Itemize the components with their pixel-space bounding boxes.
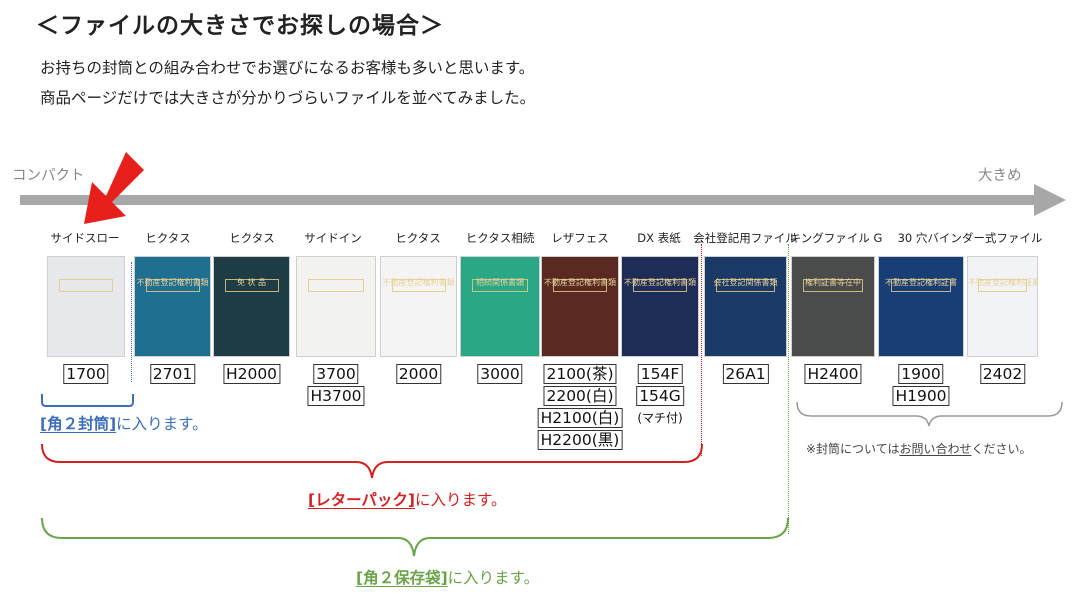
product-name: サイドスロー: [50, 231, 120, 245]
product-code[interactable]: 2100(茶): [543, 364, 617, 384]
kaku2hozon-link[interactable]: [角２保存袋]: [356, 569, 448, 587]
contact-note: ※封筒についてはお問い合わせください。: [806, 440, 1032, 457]
product-code[interactable]: H2400: [804, 364, 862, 384]
cover-embossed-text: 権利証書等在中: [805, 278, 861, 287]
kaku2-link[interactable]: [角２封筒]: [40, 415, 116, 433]
product-code[interactable]: H3700: [307, 386, 365, 406]
product-code[interactable]: 154F: [637, 364, 683, 384]
product-code[interactable]: H2000: [222, 364, 281, 384]
compact-label: コンパクト: [12, 168, 85, 184]
product-code[interactable]: 1700: [63, 364, 109, 384]
product-name: キングファイル G: [789, 231, 883, 245]
cover-embossed-text: 不動産登記権利証書: [968, 278, 1038, 287]
kaku2hozon-note: [角２保存袋]に入ります。: [356, 566, 539, 588]
product-name: ヒクタス: [395, 231, 441, 245]
contact-prefix: ※封筒については: [806, 442, 900, 456]
kaku2-bracket: [41, 394, 134, 407]
product-name: レザフェス: [551, 231, 609, 245]
other-envelope-bracket: [796, 402, 1063, 427]
kaku2-note: [角２封筒]に入ります。: [40, 412, 208, 434]
cover-embossed-text: 不動産登記権利証書: [885, 278, 957, 287]
product-name: ヒクタス: [145, 231, 191, 245]
kaku2hozon-suffix: に入ります。: [447, 569, 540, 587]
product-name: サイドイン: [304, 231, 362, 245]
cover-embossed-text: 相続関係書類: [476, 278, 524, 287]
kaku2hozon-boundary-line: [788, 244, 789, 534]
product-code[interactable]: 1900: [898, 364, 944, 384]
product-cover-image[interactable]: 権利証書等在中: [791, 256, 875, 357]
product-cover-image[interactable]: 不動産登記権利書類: [621, 256, 699, 357]
product-code[interactable]: 2000: [395, 364, 442, 384]
intro-line-1: お持ちの封筒との組み合わせでお選びになるお客様も多いと思います。: [40, 59, 535, 77]
cover-embossed-text: 会社登記関係書類: [713, 278, 778, 287]
red-pointer-arrow-icon: [84, 152, 144, 224]
product-code[interactable]: H2100(白): [537, 408, 623, 428]
cover-embossed-text: 不動産登記権利書類: [382, 278, 455, 287]
product-code[interactable]: 2200(白): [543, 386, 617, 406]
product-code[interactable]: 3700: [313, 364, 359, 384]
product-cover-image[interactable]: 不動産登記権利証書: [878, 256, 964, 357]
product-cover-image[interactable]: [296, 256, 376, 357]
letterpack-bracket: [41, 444, 703, 479]
product-cover-image[interactable]: 免 状 品: [213, 256, 290, 357]
product-name: 会社登記用ファイル: [693, 231, 797, 245]
product-code[interactable]: 2402: [979, 364, 1026, 384]
product-code[interactable]: 154G: [636, 386, 684, 406]
product-code[interactable]: 2701: [149, 364, 196, 384]
product-name: 30 穴バインダー式ファイル: [897, 231, 1043, 245]
size-scale-arrowhead-icon: [1034, 184, 1066, 216]
contact-suffix: ください。: [971, 442, 1032, 456]
cover-title-plate: [307, 279, 365, 292]
contact-link[interactable]: お問い合わせ: [899, 442, 971, 456]
letterpack-note: [レターパック]に入ります。: [308, 488, 506, 510]
product-code[interactable]: 26A1: [722, 364, 769, 384]
cover-embossed-text: 不動産登記権利書類: [544, 278, 616, 287]
size-scale-bar: [20, 195, 1042, 205]
product-name: ヒクタス相続: [465, 231, 535, 245]
product-code-note: (マチ付): [637, 411, 683, 425]
product-cover-image[interactable]: 不動産登記権利書類: [380, 256, 457, 357]
kaku2hozon-bracket: [41, 518, 789, 557]
large-label: 大きめ: [978, 168, 1022, 184]
product-cover-image[interactable]: 会社登記関係書類: [704, 256, 787, 357]
product-name: ヒクタス: [229, 231, 275, 245]
letterpack-link[interactable]: [レターパック]: [308, 491, 415, 509]
cover-embossed-text: 不動産登記権利書類: [624, 278, 696, 287]
product-code[interactable]: 3000: [477, 364, 523, 384]
intro-line-2: 商品ページだけでは大きさが分かりづらいファイルを並べてみました。: [40, 89, 536, 107]
product-cover-image[interactable]: 不動産登記権利書類: [541, 256, 619, 357]
letterpack-boundary-line: [701, 244, 702, 456]
product-cover-image[interactable]: 不動産登記権利書類: [134, 256, 211, 357]
cover-embossed-text: 免 状 品: [236, 278, 267, 287]
kaku2-suffix: に入ります。: [116, 415, 208, 433]
product-cover-image[interactable]: 相続関係書類: [460, 256, 540, 357]
cover-title-plate: [58, 279, 114, 292]
product-cover-image[interactable]: [47, 256, 125, 357]
product-cover-image[interactable]: 不動産登記権利証書: [967, 256, 1038, 357]
kaku2-boundary-line: [131, 262, 132, 382]
letterpack-suffix: に入ります。: [415, 491, 507, 509]
page-title: ＜ファイルの大きさでお探しの場合＞: [36, 13, 444, 39]
product-name: DX 表紙: [637, 231, 681, 245]
cover-embossed-text: 不動産登記権利書類: [136, 278, 209, 287]
